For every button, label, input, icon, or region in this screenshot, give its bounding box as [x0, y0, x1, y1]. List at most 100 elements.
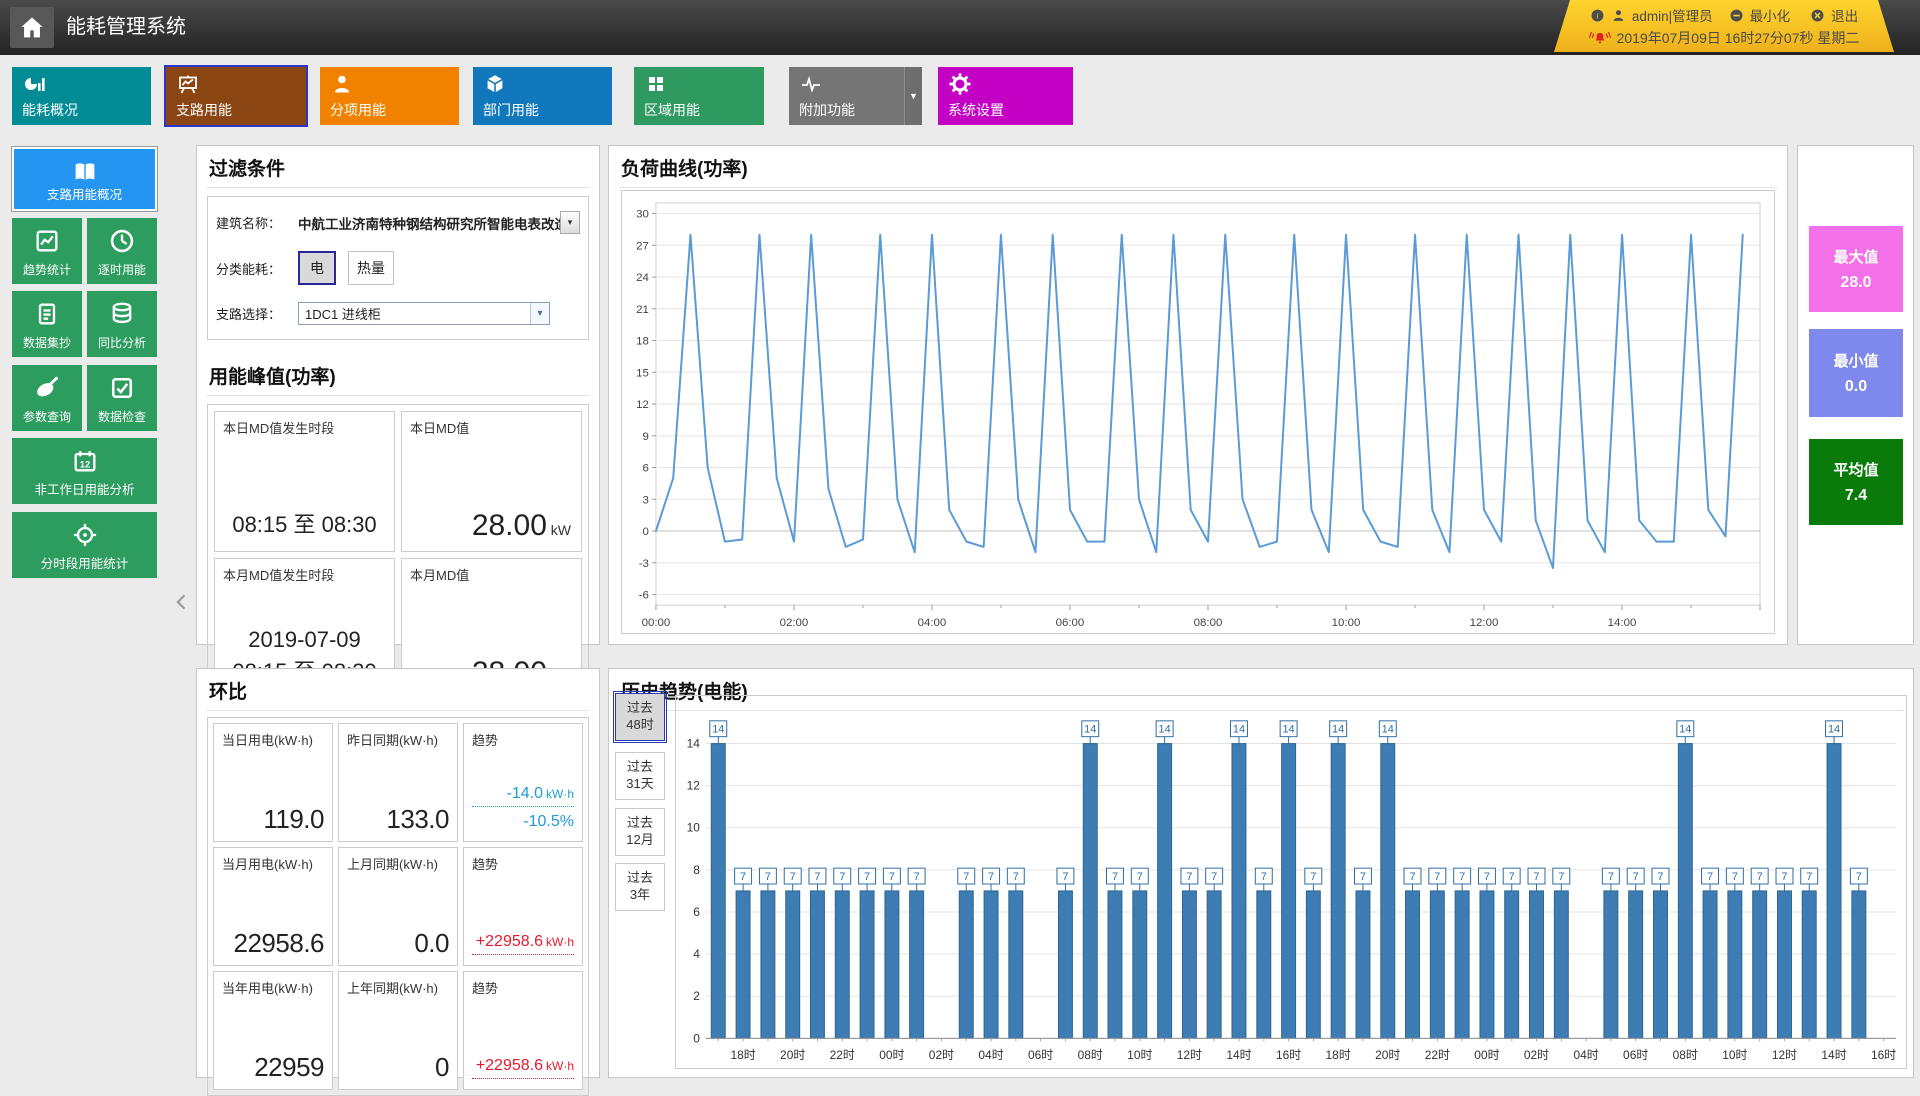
svg-text:14时: 14时	[1226, 1048, 1251, 1062]
sidebar-item-parameter-query[interactable]: 参数查询	[12, 365, 82, 431]
history-bar	[1529, 890, 1544, 1039]
svg-text:02时: 02时	[929, 1048, 954, 1062]
logout-button[interactable]: 退出	[1831, 5, 1858, 25]
minimize-button[interactable]: 最小化	[1750, 5, 1791, 25]
tab-additional-functions[interactable]: 附加功能	[789, 67, 904, 125]
sidebar-item-trend-stats[interactable]: 趋势统计	[12, 218, 82, 284]
sidebar-item-data-check[interactable]: 数据检查	[87, 365, 157, 431]
huanbi-card-label: 趋势	[472, 733, 499, 748]
sidebar-item-nonworkday-analysis[interactable]: 12 非工作日用能分析	[12, 438, 157, 504]
pie-chart-icon	[22, 72, 46, 96]
user-name[interactable]: admin|管理员	[1632, 5, 1713, 25]
svg-text:16时: 16时	[1276, 1048, 1301, 1062]
user-info-badge: i admin|管理员 最小化 退出 2019年07月09日 16时27分07秒…	[1554, 0, 1894, 52]
svg-text:3: 3	[643, 494, 649, 506]
svg-text:14: 14	[1159, 724, 1171, 736]
btn-past-31d[interactable]: 过去 31天	[615, 752, 665, 800]
svg-text:7: 7	[1186, 871, 1192, 883]
huanbi-card-value: 133.0	[386, 804, 449, 834]
svg-text:04:00: 04:00	[918, 617, 947, 629]
svg-text:14: 14	[712, 724, 724, 736]
huanbi-card: 当月用电(kW·h) 22958.6	[213, 847, 333, 966]
clock-icon	[108, 227, 136, 255]
huanbi-panel: 环比 当日用电(kW·h) 119.0 昨日同期(kW·h) 133.0 趋势 -14.0…	[196, 668, 600, 1096]
stat-value: 0.0	[1844, 378, 1868, 395]
history-bar	[1355, 890, 1371, 1039]
collapse-sidebar-button[interactable]	[172, 588, 192, 616]
energy-option-electric[interactable]: 电	[298, 251, 336, 285]
crosshair-icon	[71, 521, 99, 549]
history-bar	[1305, 890, 1321, 1039]
svg-text:14: 14	[1382, 724, 1394, 736]
tab-branch-energy[interactable]: 支路用能	[166, 67, 306, 125]
sidebar-item-timeperiod-stats[interactable]: 分时段用能统计	[12, 512, 157, 578]
svg-text:7: 7	[1781, 871, 1787, 883]
stat-value: 7.4	[1844, 487, 1868, 504]
svg-text:7: 7	[790, 871, 796, 883]
huanbi-card: 昨日同期(kW·h) 133.0	[338, 723, 458, 842]
sidebar-item-data-collection[interactable]: 数据集抄	[12, 291, 82, 357]
btn-past-12m[interactable]: 过去 12月	[615, 808, 665, 856]
history-bar	[1752, 890, 1768, 1039]
sidebar-item-yoy-analysis[interactable]: 同比分析	[87, 291, 157, 357]
svg-text:10:00: 10:00	[1332, 617, 1361, 629]
energy-option-heat[interactable]: 热量	[348, 251, 394, 285]
additional-functions-dropdown[interactable]: ▼	[904, 67, 922, 125]
history-bar	[1231, 743, 1247, 1039]
svg-text:16时: 16时	[1871, 1048, 1896, 1062]
tab-department-energy[interactable]: 部门用能	[473, 67, 612, 125]
svg-text:22时: 22时	[1425, 1048, 1450, 1062]
branch-select[interactable]: 1DC1 进线柜 ▾	[298, 302, 550, 325]
huanbi-card: 上月同期(kW·h) 0.0	[338, 847, 458, 966]
grid-icon	[644, 72, 668, 96]
svg-text:12时: 12时	[1772, 1048, 1797, 1062]
svg-text:08时: 08时	[1078, 1048, 1103, 1062]
building-select[interactable]: 中航工业济南特种钢结构研究所智能电表改造	[298, 213, 560, 233]
svg-text:7: 7	[765, 871, 771, 883]
person-icon	[330, 72, 354, 96]
tab-area-energy[interactable]: 区域用能	[634, 67, 764, 125]
svg-text:14: 14	[1084, 724, 1096, 736]
history-bar	[1677, 743, 1693, 1039]
history-bar	[1628, 890, 1644, 1039]
huanbi-card-label: 昨日同期(kW·h)	[347, 733, 438, 748]
btn-past-3y[interactable]: 过去 3年	[615, 863, 665, 911]
sidebar-item-hourly-energy[interactable]: 逐时用能	[87, 218, 157, 284]
minimize-icon[interactable]	[1729, 8, 1744, 23]
huanbi-title: 环比	[207, 669, 589, 711]
gear-icon	[948, 72, 972, 96]
trend-chart-icon	[33, 227, 61, 255]
svg-text:10时: 10时	[1127, 1048, 1152, 1062]
nav-tab-label: 能耗概况	[22, 102, 78, 118]
close-icon[interactable]	[1810, 8, 1825, 23]
md-card-value: 28.00 kW	[471, 509, 571, 542]
building-dropdown-button[interactable]: ▾	[560, 211, 580, 234]
svg-text:00:00: 00:00	[642, 617, 671, 629]
history-bar	[1181, 890, 1197, 1039]
history-panel: 历史趋势(电能) 过去 48时 过去 31天 过去 12月 过去 3年 0 2 4 6 8 10 12 14…	[608, 668, 1914, 1078]
nav-tab-label: 分项用能	[330, 102, 386, 118]
huanbi-cards: 当日用电(kW·h) 119.0 昨日同期(kW·h) 133.0 趋势 -14.0 kW·…	[207, 717, 589, 1096]
svg-text:14: 14	[1233, 724, 1245, 736]
history-bar	[735, 890, 751, 1039]
svg-text:7: 7	[1806, 871, 1812, 883]
nav-tab-label: 附加功能	[799, 102, 855, 118]
sidebar-item-branch-overview[interactable]: 支路用能概况	[11, 146, 158, 212]
svg-text:7: 7	[889, 871, 895, 883]
svg-text:7: 7	[1533, 871, 1539, 883]
btn-past-48h[interactable]: 过去 48时	[613, 691, 667, 743]
load-curve-panel: 负荷曲线(功率) -6 -3 0 3 6 9 12 15 18 21 24 27 30 00:00 02:0…	[608, 145, 1788, 645]
tab-system-settings[interactable]: 系统设置	[938, 67, 1073, 125]
svg-text:20时: 20时	[1375, 1048, 1400, 1062]
history-bar	[1405, 890, 1420, 1039]
svg-text:30: 30	[636, 209, 649, 221]
svg-text:14: 14	[1332, 724, 1344, 736]
tab-subitem-energy[interactable]: 分项用能	[320, 67, 459, 125]
home-button[interactable]	[10, 7, 54, 48]
tab-energy-overview[interactable]: 能耗概况	[12, 67, 151, 125]
svg-text:12: 12	[687, 779, 701, 793]
load-curve-plot: -6 -3 0 3 6 9 12 15 18 21 24 27 30 00:00 02:00 04:00 06:…	[621, 190, 1775, 634]
history-bar	[1454, 890, 1470, 1039]
sidebar-item-label: 非工作日用能分析	[34, 483, 135, 497]
svg-text:7: 7	[1062, 871, 1068, 883]
